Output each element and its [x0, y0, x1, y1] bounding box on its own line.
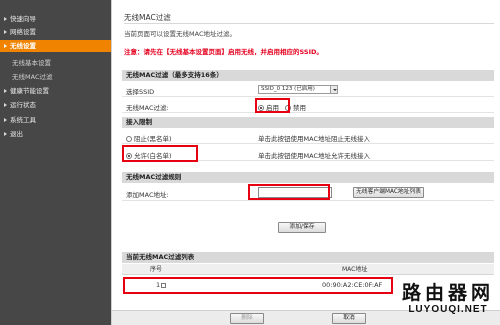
- nav-label: 系统工具: [10, 116, 36, 124]
- disable-label: 禁用: [293, 104, 306, 112]
- ssid-label: 选择SSID: [126, 88, 155, 96]
- nav-item-wireless-settings[interactable]: 无线设置: [0, 40, 111, 52]
- nav-item-logout[interactable]: 退出: [0, 129, 111, 139]
- nav-label: 网络设置: [10, 28, 36, 36]
- watermark-cn: 路由器网: [401, 282, 494, 304]
- delete-button[interactable]: 删除: [230, 313, 264, 324]
- arrow-icon: [4, 118, 7, 122]
- section-header-access: 接入限制: [122, 117, 494, 128]
- list-table-header: 序号 MAC地址: [122, 264, 494, 275]
- page-title: 无线MAC过滤: [124, 13, 171, 22]
- section-header-rules: 无线MAC过滤规则: [122, 172, 494, 183]
- section-header-list: 当前无线MAC过滤列表: [122, 252, 494, 263]
- blacklist-option[interactable]: 阻止(黑名单): [126, 133, 172, 143]
- add-mac-label: 添加MAC地址:: [126, 191, 169, 199]
- blacklist-row: 阻止(黑名单) 单击此按钮使用MAC地址阻止无线接入: [122, 130, 494, 144]
- nav-item-wireless-basic[interactable]: 无线基本设置: [0, 58, 111, 68]
- mac-filter-label: 无线MAC过滤:: [126, 104, 169, 112]
- nav-label: 无线基本设置: [12, 59, 51, 67]
- chevron-down-icon: [330, 86, 337, 93]
- nav-label: 运行状态: [10, 101, 36, 109]
- arrow-icon: [4, 103, 7, 107]
- nav-label: 无线MAC过滤: [12, 73, 53, 81]
- highlight-mac-input: [248, 184, 330, 200]
- arrow-icon: [4, 132, 7, 136]
- nav-label: 快速向导: [10, 15, 36, 23]
- nav-label: 健康节能设置: [10, 87, 49, 95]
- sidebar: 快速向导 网络设置 无线设置 无线基本设置 无线MAC过滤 健康节能设置 运行状…: [0, 0, 111, 325]
- nav-item-network-settings[interactable]: 网络设置: [0, 27, 111, 37]
- radio-icon[interactable]: [126, 136, 132, 142]
- highlight-whitelist: [122, 145, 198, 162]
- arrow-icon: [4, 17, 7, 21]
- whitelist-desc: 单击此按钮使用MAC地址允许无线接入: [258, 152, 370, 160]
- page-note: 注意：请先在【无线基本设置页面】启用无线，并启用相应的SSID。: [124, 48, 323, 56]
- column-index: 序号: [150, 266, 163, 273]
- cancel-button[interactable]: 取消: [332, 313, 366, 324]
- mac-filter-toggle-row: 无线MAC过滤: 启用 禁用: [122, 99, 494, 113]
- main-content: 无线MAC过滤 当前页面可以设置无线MAC地址过滤。 注意：请先在【无线基本设置…: [111, 0, 500, 325]
- watermark: 路由器网 LUYOUQI.NET: [401, 282, 494, 316]
- ssid-select-value: SSID_0 123 (已启用): [261, 86, 315, 92]
- highlight-enable: [255, 98, 290, 113]
- arrow-icon: [4, 30, 7, 34]
- ssid-select[interactable]: SSID_0 123 (已启用): [258, 85, 338, 94]
- add-save-button[interactable]: 添加/保存: [278, 222, 326, 233]
- ssid-row: 选择SSID SSID_0 123 (已启用): [122, 83, 494, 97]
- nav-item-quick-setup[interactable]: 快速向导: [0, 14, 111, 24]
- nav-item-wireless-mac-filter[interactable]: 无线MAC过滤: [0, 72, 111, 82]
- highlight-list-row: [123, 277, 393, 294]
- watermark-en: LUYOUQI.NET: [408, 304, 488, 315]
- client-mac-list-button[interactable]: 无线客户端MAC地址列表: [353, 187, 425, 198]
- nav-item-running-status[interactable]: 运行状态: [0, 100, 111, 110]
- nav-item-system-tools[interactable]: 系统工具: [0, 115, 111, 125]
- blacklist-desc: 单击此按钮使用MAC地址阻止无线接入: [258, 135, 370, 143]
- blacklist-label: 阻止(黑名单): [134, 135, 172, 143]
- arrow-icon: [4, 89, 7, 93]
- nav-label: 退出: [10, 130, 23, 138]
- title-divider: [124, 23, 494, 24]
- page-description: 当前页面可以设置无线MAC地址过滤。: [124, 30, 236, 38]
- section-header-mac-filter: 无线MAC过滤（最多支持16条）: [122, 70, 494, 81]
- nav-item-energy-saving[interactable]: 健康节能设置: [0, 86, 111, 96]
- arrow-icon: [4, 44, 7, 48]
- nav-label: 无线设置: [10, 42, 36, 50]
- column-mac: MAC地址: [342, 266, 368, 273]
